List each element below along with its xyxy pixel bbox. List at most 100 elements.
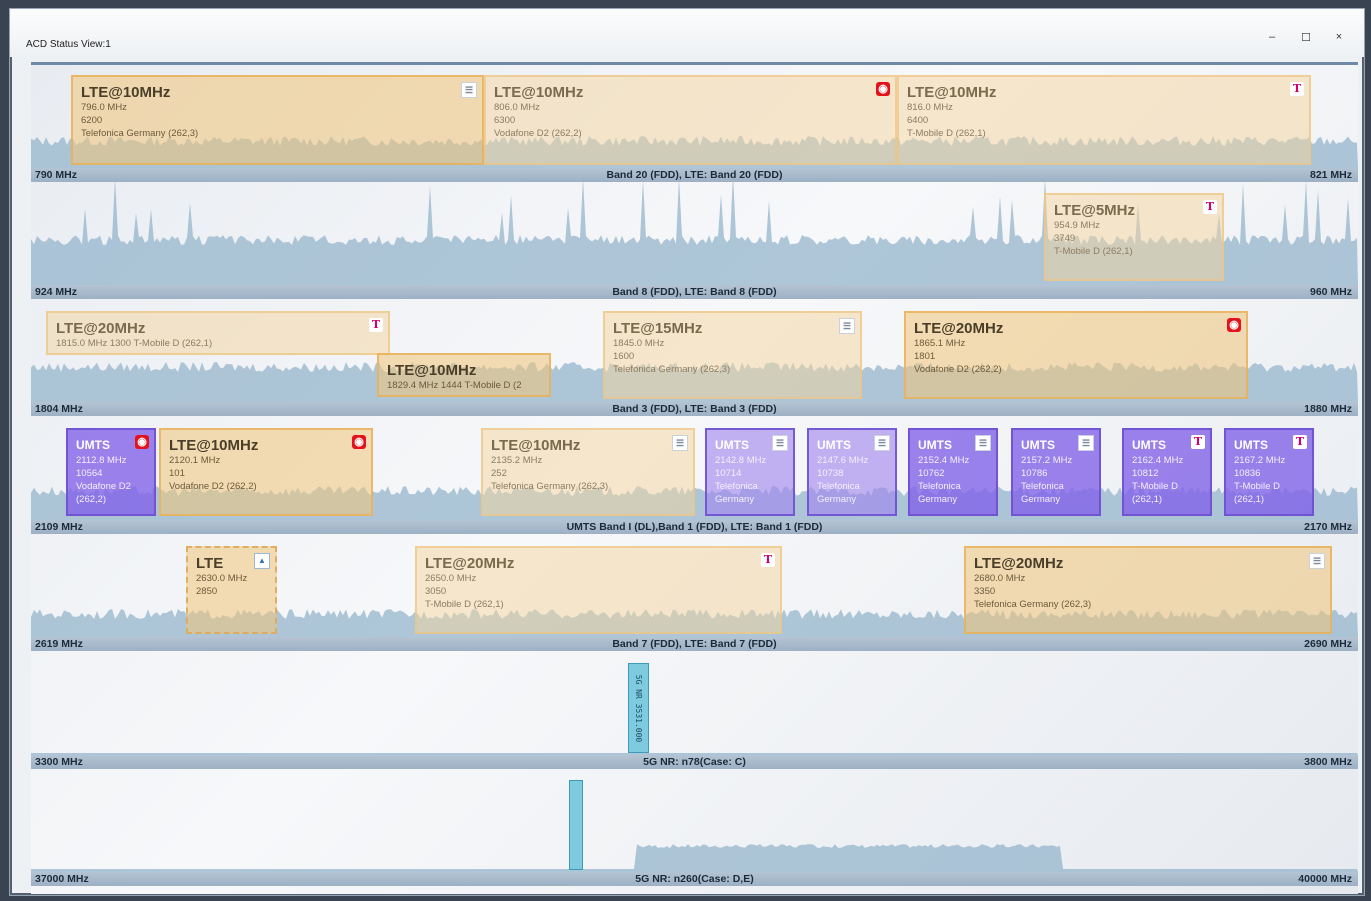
tower-icon: ▲ bbox=[254, 553, 270, 569]
carrier-info-line: 1815.0 MHz 1300 T-Mobile D (262,1) bbox=[56, 338, 213, 349]
band-axis-bar: 1804 MHz Band 3 (FDD), LTE: Band 3 (FDD) 1… bbox=[31, 402, 1358, 416]
carrier-info-line: 3749 bbox=[1054, 233, 1076, 244]
spectrum-trace-5 bbox=[31, 753, 1358, 755]
carrier-title: LTE@5MHz bbox=[1054, 202, 1136, 219]
lte-carrier[interactable]: LTE@20MHz 2680.0 MHz 3350 Telefonica German… bbox=[964, 546, 1332, 634]
lte-carrier[interactable]: LTE@5MHz 954.9 MHz 3749 T-Mobile D (262,1) T bbox=[1044, 193, 1224, 281]
carrier-info-line: 10762 bbox=[918, 468, 945, 479]
carrier-info-line: T-Mobile D (262,1) bbox=[425, 599, 504, 610]
band-name: UMTS Band I (DL),Band 1 (FDD), LTE: Band… bbox=[566, 521, 823, 533]
band-axis-bar: 2109 MHz UMTS Band I (DL),Band 1 (FDD), L… bbox=[31, 520, 1358, 534]
umts-carrier[interactable]: UMTS 2142.8 MHz 10714 Telefonica Germany ☰ bbox=[705, 428, 795, 516]
lte-carrier[interactable]: LTE@20MHz 2650.0 MHz 3050 T-Mobile D (262,1… bbox=[415, 546, 782, 634]
band-5: 3300 MHz 5G NR: n78(Case: C) 3800 MHz bbox=[31, 652, 1358, 769]
band-axis-bar: 3300 MHz 5G NR: n78(Case: C) 3800 MHz bbox=[31, 755, 1358, 769]
lte-carrier[interactable]: LTE@20MHz 1865.1 MHz 1801 Vodafone D2 (262,… bbox=[904, 311, 1248, 399]
umts-carrier[interactable]: UMTS 2152.4 MHz 10762 Telefonica Germany ☰ bbox=[908, 428, 998, 516]
lte-carrier[interactable]: LTE@10MHz 1829.4 MHz 1444 T-Mobile D (2 bbox=[377, 353, 551, 397]
carrier-info-line: 2120.1 MHz bbox=[169, 455, 221, 466]
carrier-info-line: T-Mobile D bbox=[1234, 481, 1280, 492]
carrier-info-line: 101 bbox=[169, 468, 185, 479]
carrier-info-line: 2650.0 MHz bbox=[425, 573, 477, 584]
lte-carrier[interactable]: LTE@10MHz 2120.1 MHz 101 Vodafone D2 (262,2… bbox=[159, 428, 373, 516]
maximize-button[interactable]: ☐ bbox=[1297, 31, 1315, 44]
carrier-info-line: T-Mobile D (262,1) bbox=[907, 128, 986, 139]
band-high-freq: 2170 MHz bbox=[1304, 521, 1352, 533]
band-name: Band 8 (FDD), LTE: Band 8 (FDD) bbox=[612, 286, 777, 298]
carrier-info-line: 1845.0 MHz bbox=[613, 338, 665, 349]
window-titlebar[interactable]: ACD Status View:1 – ☐ × bbox=[10, 9, 1364, 57]
carrier-title: LTE@10MHz bbox=[491, 437, 581, 454]
carrier-info-line: 2157.2 MHz bbox=[1021, 455, 1073, 466]
carrier-info-line: (262,2) bbox=[76, 494, 107, 505]
carrier-info-line: 2850 bbox=[196, 586, 218, 597]
menu-icon: ☰ bbox=[874, 435, 890, 451]
acd-status-window: ACD Status View:1 – ☐ × 790 MHz Band 20 (… bbox=[9, 8, 1365, 896]
carrier-info-line: Vodafone D2 (262,2) bbox=[494, 128, 582, 139]
tmobile-icon: T bbox=[1290, 82, 1304, 96]
vodafone-icon: ◉ bbox=[352, 435, 366, 449]
carrier-info-line: 6400 bbox=[907, 115, 929, 126]
carrier-info-line: 6300 bbox=[494, 115, 516, 126]
lte-carrier[interactable]: LTE@20MHz 1815.0 MHz 1300 T-Mobile D (262… bbox=[46, 311, 390, 355]
carrier-info-line: T-Mobile D bbox=[1132, 481, 1178, 492]
carrier-info-line: (262,1) bbox=[1234, 494, 1265, 505]
carrier-info-line: 1865.1 MHz bbox=[914, 338, 966, 349]
carrier-info-line: 1801 bbox=[914, 351, 936, 362]
carrier-title: LTE@20MHz bbox=[974, 555, 1064, 572]
carrier-info-line: 2135.2 MHz bbox=[491, 455, 543, 466]
tmobile-icon: T bbox=[1203, 200, 1217, 214]
nr-carrier-label: 5G NR 3531.000 bbox=[634, 674, 643, 742]
carrier-info-line: 2112.8 MHz bbox=[76, 455, 127, 466]
umts-carrier[interactable]: UMTS 2167.2 MHz 10836 T-Mobile D (262,1) T bbox=[1224, 428, 1314, 516]
carrier-info-line: Telefonica bbox=[817, 481, 860, 492]
lte-carrier[interactable]: LTE 2630.0 MHz 2850 ▲ bbox=[186, 546, 277, 634]
carrier-info-line: Telefonica bbox=[918, 481, 961, 492]
carrier-info-line: Vodafone D2 (262,2) bbox=[914, 364, 1002, 375]
carrier-title: LTE@20MHz bbox=[914, 320, 1004, 337]
carrier-info-line: 3050 bbox=[425, 586, 447, 597]
carrier-title: LTE@10MHz bbox=[387, 362, 477, 379]
carrier-info-line: 2152.4 MHz bbox=[918, 455, 970, 466]
carrier-info-line: 2147.6 MHz bbox=[817, 455, 869, 466]
carrier-info-line: (262,1) bbox=[1132, 494, 1163, 505]
carrier-info-line: Telefonica bbox=[1021, 481, 1064, 492]
lte-carrier[interactable]: LTE@10MHz 796.0 MHz 6200 Telefonica Germany… bbox=[71, 75, 484, 165]
band-name: 5G NR: n78(Case: C) bbox=[643, 756, 746, 768]
band-name: Band 20 (FDD), LTE: Band 20 (FDD) bbox=[606, 169, 783, 181]
minimize-button[interactable]: – bbox=[1263, 31, 1281, 43]
carrier-info-line: 796.0 MHz bbox=[81, 102, 127, 113]
umts-carrier[interactable]: UMTS 2112.8 MHz 10564 Vodafone D2 (262,2) ◉ bbox=[66, 428, 156, 516]
band-name: Band 7 (FDD), LTE: Band 7 (FDD) bbox=[612, 638, 777, 650]
nr-carrier-label-wrap bbox=[570, 781, 582, 869]
band-name: 5G NR: n260(Case: D,E) bbox=[635, 873, 754, 885]
vodafone-icon: ◉ bbox=[1227, 318, 1241, 332]
lte-carrier[interactable]: LTE@10MHz 2135.2 MHz 252 Telefonica Germany… bbox=[481, 428, 695, 516]
carrier-info-line: Germany bbox=[1021, 494, 1061, 505]
band-high-freq: 821 MHz bbox=[1309, 169, 1352, 181]
lte-carrier[interactable]: LTE@10MHz 806.0 MHz 6300 Vodafone D2 (262,2… bbox=[484, 75, 897, 165]
carrier-info-line: 10812 bbox=[1132, 468, 1159, 479]
carrier-info-line: 954.9 MHz bbox=[1054, 220, 1100, 231]
lte-carrier[interactable]: LTE@15MHz 1845.0 MHz 1600 Telefonica German… bbox=[603, 311, 862, 399]
band-axis-bar: 924 MHz Band 8 (FDD), LTE: Band 8 (FDD) 96… bbox=[31, 285, 1358, 299]
umts-carrier[interactable]: UMTS 2162.4 MHz 10812 T-Mobile D (262,1) T bbox=[1122, 428, 1212, 516]
umts-carrier[interactable]: UMTS 2157.2 MHz 10786 Telefonica Germany ☰ bbox=[1011, 428, 1101, 516]
nr-carrier[interactable] bbox=[569, 780, 583, 870]
nr-carrier[interactable]: 5G NR 3531.000 bbox=[628, 663, 649, 753]
carrier-info-line: 2680.0 MHz bbox=[974, 573, 1026, 584]
carrier-info-line: 252 bbox=[491, 468, 507, 479]
tmobile-icon: T bbox=[1191, 435, 1205, 449]
carrier-title: LTE@15MHz bbox=[613, 320, 703, 337]
spectrum-trace-6 bbox=[31, 844, 1358, 872]
lte-carrier[interactable]: LTE@10MHz 816.0 MHz 6400 T-Mobile D (262,1)… bbox=[897, 75, 1311, 165]
carrier-title: LTE@10MHz bbox=[907, 84, 997, 101]
carrier-info-line: Telefonica Germany (262,3) bbox=[81, 128, 199, 139]
carrier-info-line: Vodafone D2 (262,2) bbox=[169, 481, 257, 492]
carrier-title: LTE@10MHz bbox=[494, 84, 584, 101]
band-name: Band 3 (FDD), LTE: Band 3 (FDD) bbox=[612, 403, 777, 415]
carrier-info-line: 2630.0 MHz bbox=[196, 573, 248, 584]
close-button[interactable]: × bbox=[1330, 31, 1348, 43]
spectrum-view[interactable]: 790 MHz Band 20 (FDD), LTE: Band 20 (FDD)… bbox=[31, 62, 1358, 894]
umts-carrier[interactable]: UMTS 2147.6 MHz 10738 Telefonica Germany ☰ bbox=[807, 428, 897, 516]
